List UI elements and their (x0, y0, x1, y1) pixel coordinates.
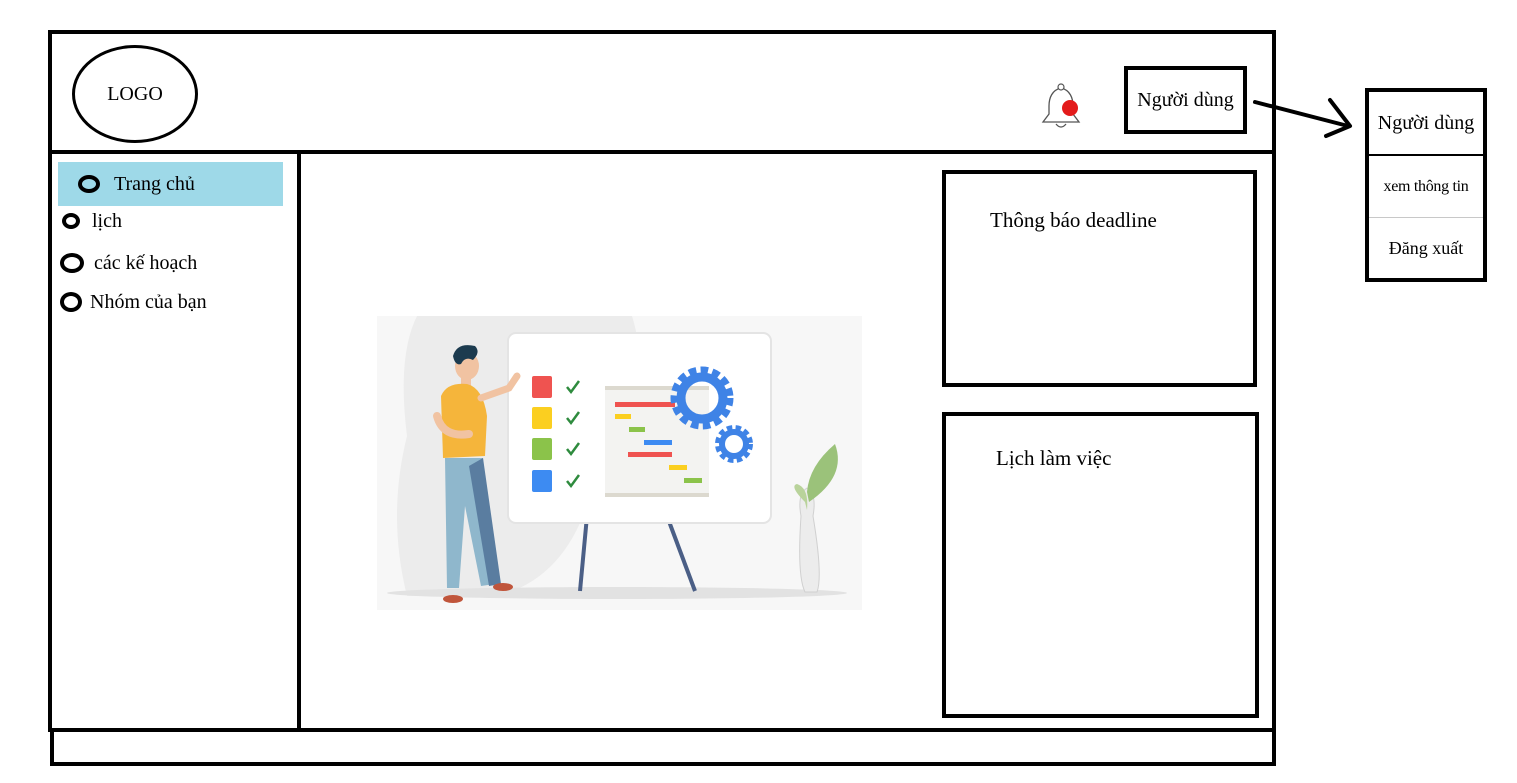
sidebar-item-label: lịch (92, 209, 122, 232)
radio-bullet-icon (60, 253, 84, 273)
sidebar-item-groups[interactable]: Nhóm của bạn (60, 287, 207, 317)
deadline-notification-panel: Thông báo deadline (942, 170, 1257, 387)
radio-bullet-icon (60, 292, 82, 312)
sidebar-item-label: các kế hoạch (94, 251, 198, 274)
arrow-icon (1253, 98, 1352, 138)
bell-icon[interactable] (1034, 80, 1088, 134)
sidebar-item-label: Trang chủ (114, 172, 195, 195)
schedule-panel-title: Lịch làm việc (996, 446, 1112, 470)
user-menu-title: Người dùng (1369, 92, 1483, 156)
view-profile-menu-item[interactable]: xem thông tin (1369, 156, 1483, 218)
logo[interactable]: LOGO (72, 45, 198, 143)
sidebar-item-home[interactable]: Trang chủ (58, 162, 283, 206)
header-bar (48, 30, 1276, 154)
sidebar-item-plans[interactable]: các kế hoạch (60, 248, 197, 278)
user-dropdown-menu: Người dùng xem thông tin Đăng xuất (1365, 88, 1487, 282)
logo-text: LOGO (107, 82, 163, 105)
work-schedule-panel: Lịch làm việc (942, 412, 1259, 718)
footer-bar (50, 728, 1276, 766)
user-button-label: Người dùng (1137, 88, 1234, 111)
sidebar-item-label: Nhóm của bạn (90, 290, 207, 313)
notification-dot (1062, 100, 1078, 116)
logout-menu-item[interactable]: Đăng xuất (1369, 218, 1483, 278)
radio-bullet-icon (78, 175, 100, 193)
project-planning-illustration (377, 316, 862, 610)
sidebar-item-calendar[interactable]: lịch (62, 206, 122, 236)
user-button[interactable]: Người dùng (1124, 66, 1247, 134)
sidebar (48, 150, 301, 732)
radio-bullet-icon (62, 213, 80, 229)
deadline-panel-title: Thông báo deadline (990, 208, 1157, 232)
